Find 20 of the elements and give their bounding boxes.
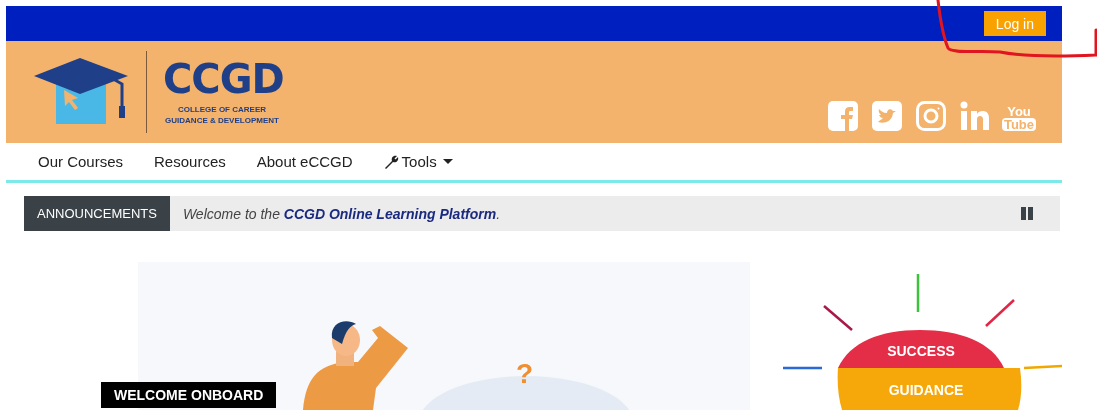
nav-link[interactable]: About eCCGD (256, 153, 369, 170)
instagram-icon[interactable] (916, 101, 946, 131)
pause-icon[interactable] (1021, 207, 1033, 220)
twitter-icon[interactable] (872, 101, 902, 131)
tools-menu[interactable]: Tools (383, 153, 469, 170)
wrench-icon (383, 153, 400, 170)
nav-link[interactable]: Our Courses (38, 153, 140, 170)
caret-icon (442, 158, 453, 165)
success-label: SUCCESS (887, 343, 955, 359)
logo-title: CCGD (163, 58, 284, 100)
announcement-message: Welcome to the CCGD Online Learning Platform. (182, 205, 501, 222)
welcome-badge: WELCOME ONBOARD (101, 382, 277, 408)
facebook-icon[interactable] (828, 101, 858, 131)
linkedin-icon[interactable] (960, 101, 990, 131)
guidance-label: GUIDANCE (888, 382, 964, 398)
logo-subtitle: COLLEGE OF CAREER (178, 104, 266, 115)
question-mark: ? (516, 358, 534, 390)
logo-subtitle: GUIDANCE & DEVELOPMENT (165, 115, 279, 126)
nav-link[interactable]: Resources (154, 153, 242, 170)
announcements-label: ANNOUNCEMENTS (24, 196, 170, 231)
